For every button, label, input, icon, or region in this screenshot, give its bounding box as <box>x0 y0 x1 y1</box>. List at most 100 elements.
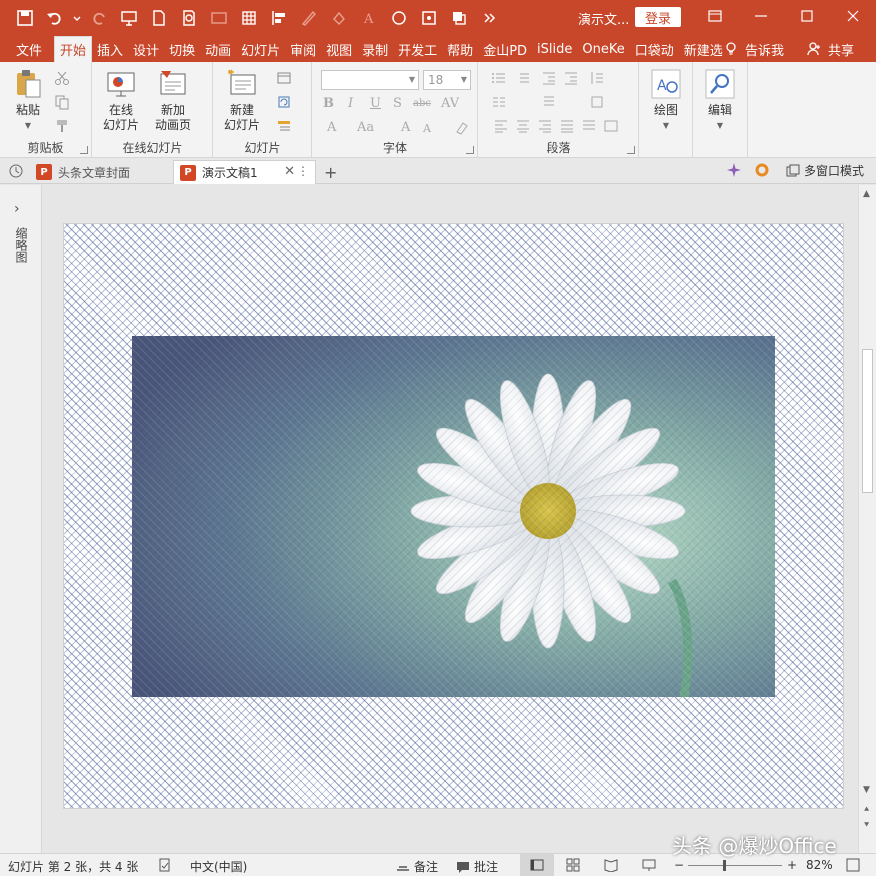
editing-button[interactable]: 编辑 ▼ <box>704 68 736 133</box>
minimize-icon[interactable] <box>738 0 784 32</box>
redo-icon[interactable] <box>86 5 112 31</box>
align-right-icon[interactable] <box>537 118 553 134</box>
paragraph-launcher-icon[interactable] <box>627 146 635 154</box>
sparkle-icon[interactable] <box>726 162 742 178</box>
tab-help[interactable]: 帮助 <box>442 36 478 62</box>
smartart-icon[interactable] <box>603 118 619 134</box>
columns-icon[interactable] <box>491 94 507 110</box>
online-slide-button[interactable]: 在线 幻灯片 <box>103 68 139 133</box>
reading-view-icon[interactable] <box>604 858 618 872</box>
print-preview-icon[interactable] <box>176 5 202 31</box>
tab-menu-icon[interactable]: ⋮ <box>297 164 309 178</box>
add-tab-button[interactable]: + <box>318 160 342 184</box>
language-status[interactable]: 中文(中国) <box>190 858 247 875</box>
scroll-up-icon[interactable]: ▲ <box>863 189 870 199</box>
expand-pane-icon[interactable]: › <box>14 201 20 217</box>
font-color-icon[interactable]: A <box>327 120 336 135</box>
increase-indent-icon[interactable] <box>563 70 579 86</box>
vertical-scrollbar[interactable]: ▲ ▼ ⯅ ⯆ <box>858 185 876 853</box>
present-icon[interactable] <box>116 5 142 31</box>
tab-slideshow[interactable]: 幻灯片 <box>236 36 285 62</box>
settings-gear-icon[interactable] <box>754 162 770 178</box>
login-button[interactable]: 登录 <box>635 7 681 27</box>
crop-icon[interactable] <box>416 5 442 31</box>
history-icon[interactable] <box>8 163 24 179</box>
zoom-slider[interactable] <box>688 865 782 866</box>
change-case-icon[interactable]: Aa <box>357 120 374 135</box>
pen-icon[interactable] <box>296 5 322 31</box>
tab-new-selection[interactable]: 新建选 <box>679 36 728 62</box>
close-tab-icon[interactable]: ✕ <box>284 164 295 179</box>
layers-icon[interactable] <box>446 5 472 31</box>
ribbon-display-icon[interactable] <box>692 0 738 32</box>
underline-icon[interactable]: U <box>370 96 381 111</box>
clipboard-launcher-icon[interactable] <box>80 146 88 154</box>
prev-slide-icon[interactable]: ⯅ <box>863 805 870 815</box>
new-file-icon[interactable] <box>146 5 172 31</box>
reset-icon[interactable] <box>276 94 292 110</box>
new-slide-button[interactable]: 新建 幻灯片 <box>224 68 260 133</box>
cut-icon[interactable] <box>54 70 70 86</box>
font-launcher-icon[interactable] <box>466 146 474 154</box>
comments-button[interactable]: 批注 <box>456 858 498 875</box>
share-button[interactable]: 共享 <box>806 40 854 59</box>
close-icon[interactable] <box>830 0 876 32</box>
tab-islide[interactable]: iSlide <box>532 36 577 62</box>
text-direction-icon[interactable] <box>541 94 557 110</box>
slide-sorter-icon[interactable] <box>566 858 580 872</box>
tab-animations[interactable]: 动画 <box>200 36 236 62</box>
char-spacing-icon[interactable]: AV <box>441 96 459 111</box>
tab-pocket-anim[interactable]: 口袋动 <box>630 36 679 62</box>
scroll-down-icon[interactable]: ▼ <box>863 785 870 795</box>
new-animation-page-button[interactable]: 新加 动画页 <box>155 68 191 133</box>
spellcheck-icon[interactable] <box>158 858 172 872</box>
tab-record[interactable]: 录制 <box>357 36 393 62</box>
undo-icon[interactable] <box>42 5 68 31</box>
tab-kingsoft-pdf[interactable]: 金山PD <box>478 36 532 62</box>
zoom-level[interactable]: 82% <box>806 858 833 872</box>
align-icon[interactable] <box>266 5 292 31</box>
bold-icon[interactable]: B <box>323 96 334 111</box>
next-slide-icon[interactable]: ⯆ <box>863 821 870 831</box>
tab-review[interactable]: 审阅 <box>285 36 321 62</box>
image-icon[interactable] <box>206 5 232 31</box>
shrink-font-icon[interactable]: A <box>423 122 431 135</box>
shadow-icon[interactable]: S <box>393 96 402 111</box>
strikethrough-icon[interactable]: abc <box>413 98 431 109</box>
tab-file[interactable]: 文件 <box>0 36 54 62</box>
scroll-thumb[interactable] <box>862 349 873 493</box>
format-painter-icon[interactable] <box>54 118 70 134</box>
multi-window-button[interactable]: 多窗口模式 <box>786 162 864 179</box>
align-left-icon[interactable] <box>493 118 509 134</box>
align-text-icon[interactable] <box>589 94 605 110</box>
italic-icon[interactable]: I <box>348 96 353 111</box>
zoom-out-button[interactable]: − <box>674 858 684 872</box>
fit-to-window-icon[interactable] <box>846 858 860 872</box>
normal-view-button[interactable] <box>520 854 554 876</box>
section-icon[interactable] <box>276 118 292 134</box>
more-icon[interactable] <box>476 5 502 31</box>
layout-icon[interactable] <box>276 70 292 86</box>
decrease-indent-icon[interactable] <box>541 70 557 86</box>
tab-developer[interactable]: 开发工 <box>393 36 442 62</box>
zoom-slider-handle[interactable] <box>723 860 726 871</box>
daisy-photo[interactable] <box>132 336 775 697</box>
paste-button[interactable]: 粘贴 ▼ <box>12 68 44 133</box>
font-color-icon[interactable]: A <box>356 5 382 31</box>
numbering-icon[interactable] <box>515 70 531 86</box>
tab-onekey[interactable]: OneKe <box>577 36 629 62</box>
justify-icon[interactable] <box>559 118 575 134</box>
doc-tab-1[interactable]: P 头条文章封面 <box>30 160 172 184</box>
slide-canvas[interactable] <box>63 223 844 809</box>
drawing-button[interactable]: A 绘图 ▼ <box>650 68 682 133</box>
notes-button[interactable]: 备注 <box>396 858 438 875</box>
thumbnail-pane-label[interactable]: 缩略图 <box>14 227 28 263</box>
bullets-icon[interactable] <box>491 70 507 86</box>
tab-view[interactable]: 视图 <box>321 36 357 62</box>
copy-icon[interactable] <box>54 94 70 110</box>
font-name-select[interactable]: ▼ <box>321 70 419 90</box>
tab-insert[interactable]: 插入 <box>92 36 128 62</box>
grid-icon[interactable] <box>236 5 262 31</box>
save-icon[interactable] <box>12 5 38 31</box>
line-spacing-icon[interactable] <box>589 70 605 86</box>
